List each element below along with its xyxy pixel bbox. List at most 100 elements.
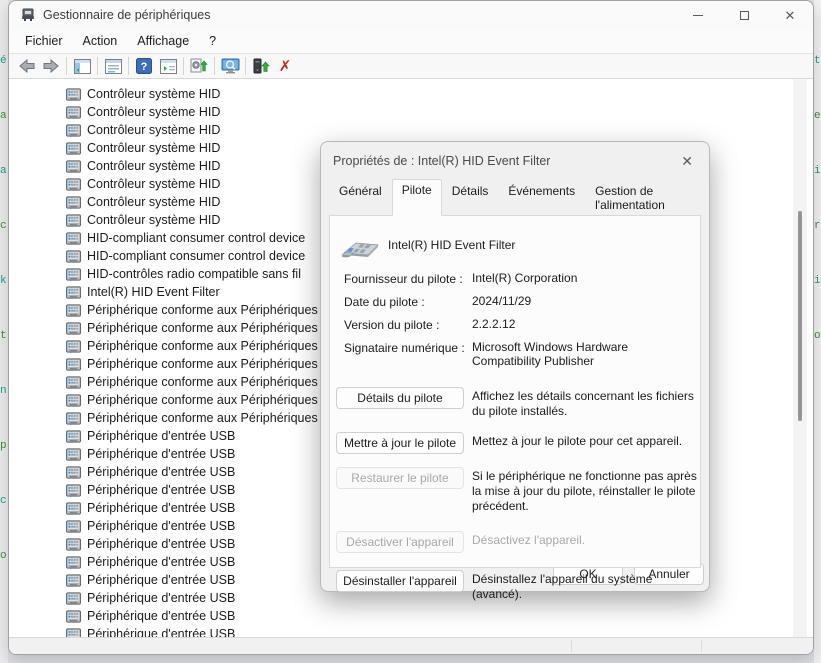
uninstall-device-button[interactable]: ✗ bbox=[273, 56, 297, 76]
field-label: Signataire numérique : bbox=[344, 341, 472, 369]
background-text-fragment: r bbox=[814, 220, 821, 275]
device-name: Intel(R) HID Event Filter bbox=[388, 238, 515, 252]
dialog-close-button[interactable]: ✕ bbox=[677, 152, 697, 170]
update-driver-icon bbox=[252, 58, 270, 74]
field-row: Signataire numérique : Microsoft Windows… bbox=[344, 341, 700, 369]
dialog-titlebar: Propriétés de : Intel(R) HID Event Filte… bbox=[321, 142, 709, 179]
hid-device-icon bbox=[66, 340, 81, 353]
help-button[interactable]: ? bbox=[132, 56, 156, 76]
tree-item-label: HID-compliant consumer control device bbox=[87, 249, 305, 263]
disable-device-button: Désactiver l'appareil bbox=[336, 531, 464, 553]
minimize-button[interactable] bbox=[675, 1, 721, 29]
hid-device-icon bbox=[66, 268, 81, 281]
menu-action[interactable]: Action bbox=[73, 31, 128, 51]
tree-item-label: Contrôleur système HID bbox=[87, 141, 220, 155]
scan-hardware-changes-button[interactable] bbox=[187, 56, 211, 76]
background-text-fragment: a bbox=[0, 165, 8, 220]
hid-device-icon bbox=[66, 286, 81, 299]
back-button[interactable] bbox=[15, 56, 39, 76]
driver-actions: Détails du pilote Affichez les détails c… bbox=[330, 378, 700, 602]
tree-row[interactable]: Contrôleur système HID bbox=[9, 121, 813, 139]
tab-details[interactable]: Détails bbox=[442, 179, 499, 216]
background-text-fragment: p bbox=[0, 440, 8, 495]
uninstall-device-button-dialog[interactable]: Désinstaller l'appareil bbox=[336, 570, 464, 592]
background-text-fragment: c bbox=[0, 495, 8, 550]
statusbar-separator bbox=[701, 640, 702, 652]
hid-device-icon bbox=[66, 502, 81, 515]
hid-device-icon bbox=[66, 178, 81, 191]
items-view-button[interactable] bbox=[156, 56, 180, 76]
menu-affichage[interactable]: Affichage bbox=[127, 31, 199, 51]
maximize-button[interactable] bbox=[721, 1, 767, 29]
scrollbar-thumb[interactable] bbox=[798, 211, 802, 421]
menubar: Fichier Action Affichage ? bbox=[9, 29, 813, 53]
tree-item-label: Périphérique conforme aux Périphériques … bbox=[87, 321, 328, 335]
tree-item-label: Périphérique d'entrée USB bbox=[87, 429, 235, 443]
hid-device-icon bbox=[66, 88, 81, 101]
tree-row[interactable]: Contrôleur système HID bbox=[9, 103, 813, 121]
field-label: Date du pilote : bbox=[344, 295, 472, 309]
tree-item-label: Périphérique conforme aux Périphériques … bbox=[87, 357, 328, 371]
tree-row[interactable]: Périphérique d'entrée USB bbox=[9, 607, 813, 625]
background-text-fragment: t bbox=[0, 330, 8, 385]
hid-device-icon bbox=[66, 160, 81, 173]
show-console-tree-button[interactable] bbox=[70, 56, 94, 76]
action-description: Désinstallez l'appareil du système (avan… bbox=[472, 570, 700, 602]
tree-item-label: Périphérique conforme aux Périphériques … bbox=[87, 339, 328, 353]
background-window-right-sliver: teirio bbox=[814, 0, 821, 663]
monitor-search-icon bbox=[221, 58, 240, 74]
tree-item-label: Périphérique d'entrée USB bbox=[87, 519, 235, 533]
background-text-fragment: t bbox=[814, 55, 821, 110]
field-value: 2024/11/29 bbox=[472, 295, 690, 309]
search-computer-button[interactable] bbox=[218, 56, 242, 76]
forward-button[interactable] bbox=[39, 56, 63, 76]
tree-row[interactable]: Contrôleur système HID bbox=[9, 85, 813, 103]
tree-item-label: Contrôleur système HID bbox=[87, 195, 220, 209]
menu-fichier[interactable]: Fichier bbox=[15, 31, 73, 51]
uninstall-x-icon: ✗ bbox=[279, 59, 292, 74]
tree-item-label: HID-contrôles radio compatible sans fil bbox=[87, 267, 301, 281]
tree-item-label: Périphérique d'entrée USB bbox=[87, 465, 235, 479]
field-label: Version du pilote : bbox=[344, 318, 472, 332]
toolbar-separator bbox=[183, 57, 184, 75]
scan-hardware-icon bbox=[190, 58, 208, 74]
hid-device-icon bbox=[66, 466, 81, 479]
tree-item-label: Contrôleur système HID bbox=[87, 105, 220, 119]
action-row: Détails du pilote Affichez les détails c… bbox=[336, 387, 700, 419]
update-driver-button-dialog[interactable]: Mettre à jour le pilote bbox=[336, 432, 464, 454]
window-title: Gestionnaire de périphériques bbox=[43, 8, 210, 22]
tree-item-label: Périphérique conforme aux Périphériques … bbox=[87, 375, 328, 389]
tab-pilote[interactable]: Pilote bbox=[392, 179, 442, 216]
device-manager-app-icon bbox=[21, 8, 35, 22]
background-text-fragment: a bbox=[0, 110, 8, 165]
update-driver-button[interactable] bbox=[249, 56, 273, 76]
tree-item-label: Périphérique d'entrée USB bbox=[87, 537, 235, 551]
field-value: Microsoft Windows Hardware Compatibility… bbox=[472, 341, 690, 369]
tree-item-label: Périphérique conforme aux Périphériques … bbox=[87, 393, 328, 407]
action-row: Mettre à jour le pilote Mettez à jour le… bbox=[336, 432, 700, 454]
device-header: Intel(R) HID Event Filter bbox=[330, 216, 700, 260]
menu-help[interactable]: ? bbox=[199, 31, 226, 51]
background-text-fragment: c bbox=[0, 220, 8, 275]
tree-scrollbar[interactable] bbox=[793, 79, 807, 638]
background-text-fragment: é bbox=[0, 55, 8, 110]
tab-evenements[interactable]: Événements bbox=[498, 179, 585, 216]
hid-device-icon bbox=[66, 304, 81, 317]
field-value: 2.2.2.12 bbox=[472, 318, 690, 332]
background-text-fragment: e bbox=[814, 110, 821, 165]
close-button[interactable]: ✕ bbox=[767, 1, 813, 29]
driver-fields: Fournisseur du pilote : Intel(R) Corpora… bbox=[330, 260, 700, 369]
tab-general[interactable]: Général bbox=[329, 179, 392, 216]
driver-details-button[interactable]: Détails du pilote bbox=[336, 387, 464, 409]
properties-button[interactable] bbox=[101, 56, 125, 76]
tree-item-label: Contrôleur système HID bbox=[87, 159, 220, 173]
background-text-fragment: i bbox=[814, 165, 821, 220]
properties-dialog: Propriétés de : Intel(R) HID Event Filte… bbox=[320, 141, 710, 592]
toolbar-separator bbox=[245, 57, 246, 75]
tree-item-label: Périphérique d'entrée USB bbox=[87, 555, 235, 569]
action-row: Désinstaller l'appareil Désinstallez l'a… bbox=[336, 570, 700, 602]
tree-item-label: Contrôleur système HID bbox=[87, 213, 220, 227]
hid-device-icon bbox=[66, 448, 81, 461]
titlebar: Gestionnaire de périphériques ✕ bbox=[9, 1, 813, 29]
tab-gestion-alimentation[interactable]: Gestion de l'alimentation bbox=[585, 179, 709, 216]
